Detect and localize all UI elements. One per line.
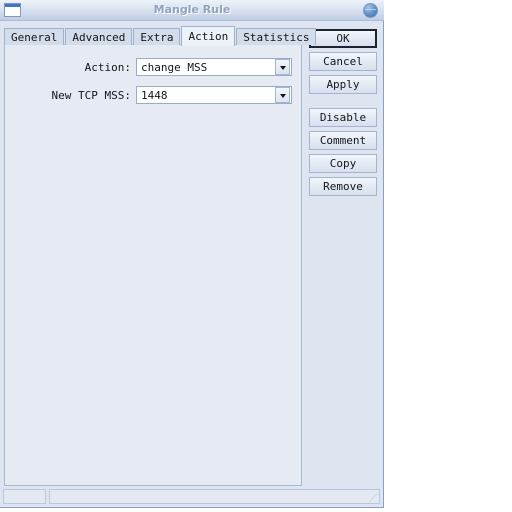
status-right-cell: [49, 489, 380, 504]
status-left-cell: [3, 489, 46, 504]
close-circle-icon[interactable]: [363, 3, 378, 18]
new-tcp-mss-label: New TCP MSS:: [51, 88, 131, 102]
dialog-button-column: OK Cancel Apply Disable Comment Copy Rem…: [309, 29, 377, 200]
title-bar[interactable]: Mangle Rule: [0, 0, 384, 21]
cancel-button[interactable]: Cancel: [309, 52, 377, 71]
chevron-down-icon[interactable]: [275, 59, 290, 75]
tab-action[interactable]: Action: [181, 26, 236, 46]
action-field-row: Action: change MSS: [5, 58, 292, 76]
comment-button[interactable]: Comment: [309, 131, 377, 150]
tab-advanced[interactable]: Advanced: [65, 28, 133, 45]
tab-statistics[interactable]: Statistics: [236, 28, 317, 45]
apply-button[interactable]: Apply: [309, 75, 377, 94]
window-title: Mangle Rule: [153, 3, 231, 16]
tab-extra[interactable]: Extra: [133, 28, 181, 45]
tab-strip: General Advanced Extra Action Statistics: [4, 26, 317, 46]
remove-button[interactable]: Remove: [309, 177, 377, 196]
copy-button[interactable]: Copy: [309, 154, 377, 173]
disable-button[interactable]: Disable: [309, 108, 377, 127]
mangle-rule-window: Mangle Rule General Advanced Extra Actio…: [0, 0, 384, 508]
tab-general[interactable]: General: [4, 28, 65, 45]
action-label: Action:: [84, 60, 131, 74]
new-tcp-mss-field-row: New TCP MSS: 1448: [5, 86, 292, 104]
chevron-down-icon[interactable]: [275, 87, 290, 103]
action-combobox[interactable]: change MSS: [136, 58, 292, 76]
status-bar: [3, 489, 380, 504]
new-tcp-mss-value: 1448: [141, 88, 168, 102]
action-tab-panel: Action: change MSS New TCP MSS: 1448: [4, 44, 302, 486]
action-value: change MSS: [141, 60, 208, 74]
new-tcp-mss-combobox[interactable]: 1448: [136, 86, 292, 104]
ok-button[interactable]: OK: [309, 29, 377, 48]
